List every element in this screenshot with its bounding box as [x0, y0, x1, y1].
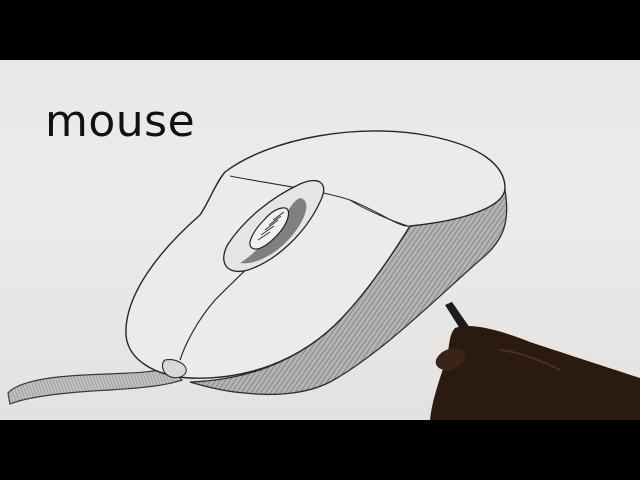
- hand-with-pencil: [430, 302, 640, 420]
- hand-shape: [430, 325, 640, 420]
- mouse-sketch: [7, 130, 640, 420]
- video-frame: mouse: [0, 60, 640, 420]
- letterbox-bottom: [0, 420, 640, 480]
- letterbox-top: [0, 0, 640, 60]
- cable-shape: [7, 367, 184, 405]
